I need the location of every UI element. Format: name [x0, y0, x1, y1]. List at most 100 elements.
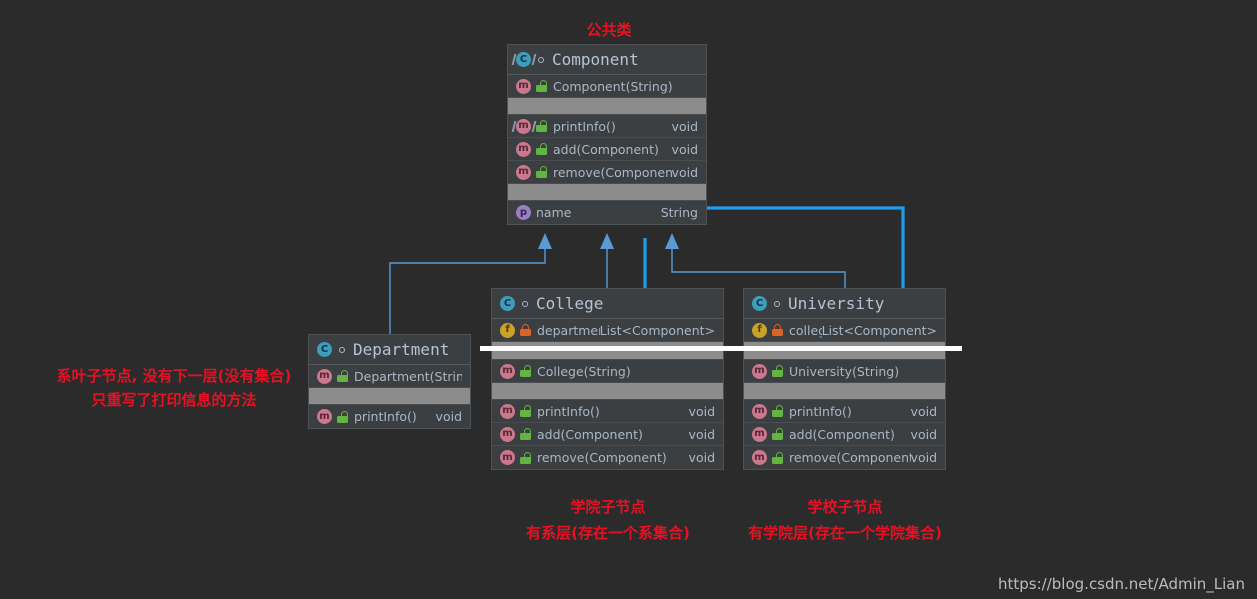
member-name-label: printInfo(): [789, 403, 852, 419]
class-marker-icon: [774, 300, 780, 307]
member-type-label: String: [660, 205, 698, 220]
class-name-label: College: [536, 294, 604, 313]
member-name-label: add(Component): [537, 426, 643, 442]
class-member-row[interactable]: m printInfo() void: [492, 400, 723, 423]
class-name-label: Department: [353, 340, 450, 359]
class-member-row[interactable]: m Component(String): [508, 75, 706, 98]
method-icon: m: [500, 363, 515, 379]
diagram-canvas: 公共类 C Component m Component(String) m pr…: [0, 0, 1257, 599]
private-lock-icon: [520, 324, 531, 336]
public-lock-icon: [337, 410, 348, 423]
member-name-label: name: [536, 205, 572, 220]
method-icon: m: [500, 403, 515, 419]
class-member-row[interactable]: m add(Component) void: [492, 423, 723, 446]
abstract-marker-icon: [538, 56, 544, 63]
abstract-method-icon: m: [516, 118, 531, 134]
class-title-component: C Component: [508, 45, 706, 75]
method-icon: m: [500, 426, 515, 442]
property-icon: p: [516, 205, 531, 220]
public-lock-icon: [536, 80, 547, 92]
class-box-department[interactable]: C Department m Department(String) m prin…: [308, 334, 471, 429]
method-icon: m: [752, 403, 767, 419]
public-lock-icon: [772, 405, 783, 417]
class-member-row[interactable]: m add(Component) void: [744, 423, 945, 446]
method-icon: m: [516, 78, 531, 94]
member-type-label: void: [910, 426, 937, 442]
member-type-label: void: [910, 403, 937, 419]
class-member-row[interactable]: p name String: [508, 201, 706, 224]
annotation-university-line2: 有学院层(存在一个学院集合): [748, 524, 942, 542]
annotation-public-class: 公共类: [586, 21, 632, 39]
class-icon: C: [317, 342, 332, 357]
class-box-university[interactable]: C University f colleges List<Component> …: [743, 288, 946, 470]
public-lock-icon: [520, 451, 531, 464]
method-icon: m: [752, 426, 767, 442]
class-member-row[interactable]: m Department(String): [309, 365, 470, 388]
class-icon: C: [752, 296, 767, 311]
public-lock-icon: [520, 365, 531, 377]
annotation-department-line1: 系叶子节点, 没有下一层(没有集合): [56, 367, 292, 385]
public-lock-icon: [536, 166, 547, 178]
method-icon: m: [516, 164, 531, 180]
method-icon: m: [516, 141, 531, 157]
annotation-college-line2: 有系层(存在一个系集合): [526, 524, 690, 542]
class-box-component[interactable]: C Component m Component(String) m printI…: [507, 44, 707, 225]
method-icon: m: [317, 368, 332, 384]
member-name-label: Component(String): [553, 78, 673, 94]
member-type-label: List<Component>: [821, 322, 937, 338]
member-type-label: void: [688, 450, 715, 465]
abstract-class-icon: C: [516, 52, 531, 67]
class-member-row[interactable]: m printInfo() void: [508, 115, 706, 138]
class-icon: C: [500, 296, 515, 311]
private-lock-icon: [772, 324, 783, 336]
class-member-row[interactable]: m remove(Component) void: [508, 161, 706, 184]
section-divider: [508, 98, 706, 115]
class-member-row[interactable]: m printInfo() void: [744, 400, 945, 423]
method-icon: m: [752, 450, 767, 465]
member-name-label: printInfo(): [537, 403, 600, 419]
member-name-label: remove(Component): [789, 450, 911, 465]
member-name-label: add(Component): [553, 141, 659, 157]
member-name-label: College(String): [537, 363, 631, 379]
member-name-label: remove(Component): [553, 164, 672, 180]
class-member-row[interactable]: f departments List<Component>: [492, 319, 723, 342]
inheritance-university-to-component: [665, 233, 846, 292]
member-type-label: void: [688, 403, 715, 419]
section-divider: [492, 342, 723, 360]
member-type-label: List<Component>: [599, 322, 715, 338]
public-lock-icon: [536, 120, 547, 132]
method-icon: m: [317, 409, 332, 424]
member-type-label: void: [671, 164, 698, 180]
member-type-label: void: [671, 141, 698, 157]
class-member-row[interactable]: m University(String): [744, 360, 945, 383]
member-name-label: colleges: [789, 322, 822, 338]
class-name-label: Component: [552, 50, 639, 69]
member-name-label: Department(String): [354, 368, 462, 384]
public-lock-icon: [520, 405, 531, 417]
public-lock-icon: [772, 365, 783, 377]
class-title-department: C Department: [309, 335, 470, 365]
class-member-row[interactable]: m printInfo() void: [309, 405, 470, 428]
section-divider: [309, 388, 470, 405]
annotation-college-line1: 学院子节点: [570, 498, 646, 516]
annotation-department-line2: 只重写了打印信息的方法: [91, 391, 257, 409]
public-lock-icon: [337, 370, 348, 382]
member-name-label: printInfo(): [553, 118, 616, 134]
class-member-row[interactable]: m remove(Component) void: [492, 446, 723, 469]
class-marker-icon: [339, 346, 345, 353]
class-marker-icon: [522, 300, 528, 307]
class-member-row[interactable]: m remove(Component) void: [744, 446, 945, 469]
public-lock-icon: [772, 428, 783, 440]
public-lock-icon: [520, 428, 531, 440]
inheritance-college-to-component: [600, 233, 614, 292]
member-type-label: void: [910, 450, 937, 465]
method-icon: m: [500, 450, 515, 465]
class-member-row[interactable]: f colleges List<Component>: [744, 319, 945, 342]
public-lock-icon: [536, 143, 547, 155]
class-member-row[interactable]: m add(Component) void: [508, 138, 706, 161]
annotation-university-line1: 学校子节点: [807, 498, 883, 516]
public-lock-icon: [772, 451, 783, 464]
class-box-college[interactable]: C College f departments List<Component> …: [491, 288, 724, 470]
member-type-label: void: [688, 426, 715, 442]
class-member-row[interactable]: m College(String): [492, 360, 723, 383]
